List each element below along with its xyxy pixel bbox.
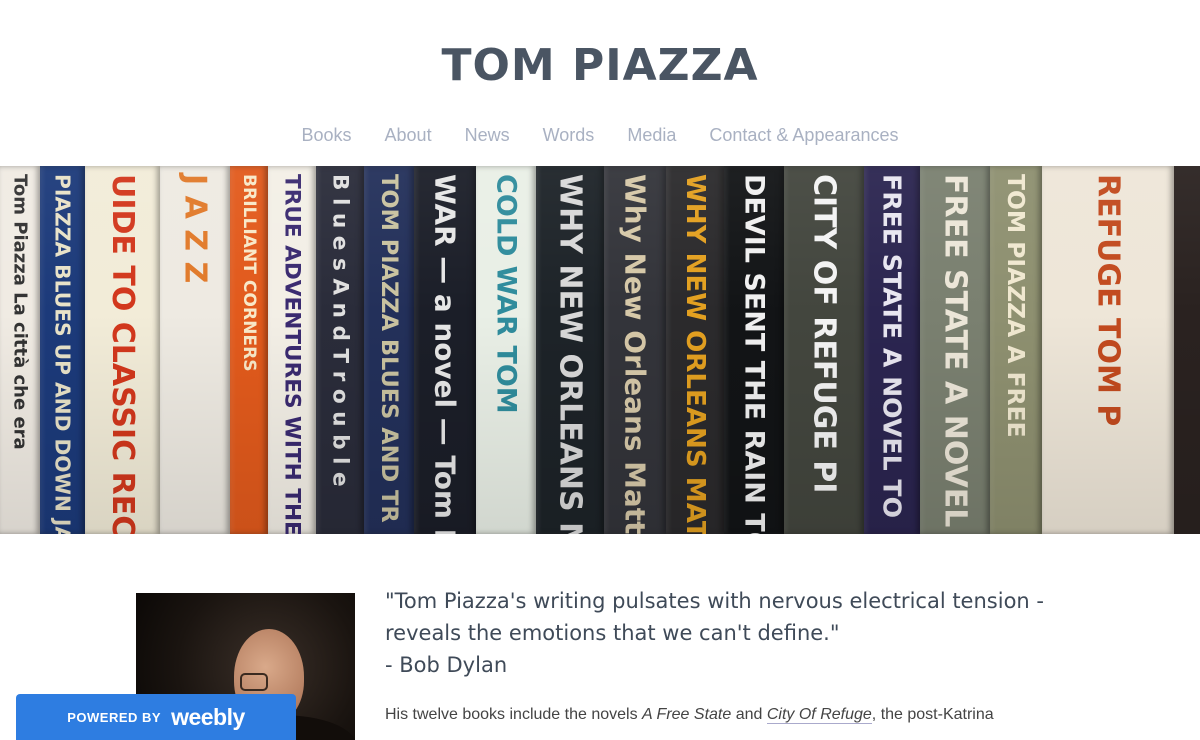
book-spine-title: FREE STATE A NOVEL TO — [877, 174, 907, 519]
book-spine: TRUE ADVENTURES WITH THE KING OF BLUE — [268, 166, 316, 534]
book-spine-title: PIAZZA BLUES UP AND DOWN JAZZ IN — [50, 174, 75, 534]
book-spine-title: UIDE TO CLASSIC RECOR — [105, 174, 140, 534]
book-spine: FREE STATE A NOVEL TO — [864, 166, 920, 534]
nav-books[interactable]: Books — [301, 125, 351, 145]
book-spine-title: TOM PIAZZA A FREE — [1002, 174, 1030, 438]
book-spine-title: CITY OF REFUGE PI — [806, 174, 842, 494]
book-spine-title: B l u e s A n d T r o u b l e — [327, 174, 353, 487]
book-spine-title: TOM PIAZZA BLUES AND TR — [376, 174, 402, 523]
book-spine: BRILLIANT CORNERS — [230, 166, 268, 534]
site-title[interactable]: TOM PIAZZA — [0, 40, 1200, 91]
nav-media[interactable]: Media — [627, 125, 676, 145]
book-spine-title: TRUE ADVENTURES WITH THE KING OF BLUE — [279, 174, 305, 534]
powered-by-label: POWERED BY — [67, 709, 162, 725]
book-spine: B l u e s A n d T r o u b l e — [316, 166, 364, 534]
quote-line-1: "Tom Piazza's writing pulsates with nerv… — [385, 589, 1044, 613]
book-spine: UIDE TO CLASSIC RECOR — [85, 166, 160, 534]
book-spine-title: Tom Piazza La città che era — [9, 174, 31, 450]
book-spine: WAR — a novel — Tom F — [414, 166, 476, 534]
book-spine-title: WHY NEW ORLEANS MATTERS TOM — [680, 174, 710, 534]
book-spine: DEVIL SENT THE RAIN TOM — [724, 166, 784, 534]
powered-by-weebly-badge[interactable]: POWERED BY weebly — [16, 694, 296, 740]
book-spine-title: REFUGE TOM P — [1090, 174, 1126, 427]
nav-contact-appearances[interactable]: Contact & Appearances — [709, 125, 898, 145]
book-spine-title: WAR — a novel — Tom F — [428, 174, 462, 534]
book-spine-title: WHY NEW ORLEANS MATTERS — [552, 174, 588, 534]
book-spine-title: FREE STATE A NOVEL TOM — [937, 174, 973, 534]
book-spine: Why New Orleans Matters TO — [604, 166, 666, 534]
bookshelf-banner-image: Tom Piazza La città che era PIAZZA BLUES … — [0, 166, 1200, 534]
book-spine-title: BRILLIANT CORNERS — [239, 174, 259, 372]
quote-attribution: - Bob Dylan — [385, 653, 508, 677]
nav-news[interactable]: News — [465, 125, 510, 145]
nav-about[interactable]: About — [385, 125, 432, 145]
dylan-quote: "Tom Piazza's writing pulsates with nerv… — [385, 585, 1085, 681]
book-spine: Tom Piazza La città che era — [0, 166, 40, 534]
book-spine: TOM PIAZZA BLUES AND TR — [364, 166, 414, 534]
bio-prefix: His twelve books include the novels — [385, 706, 643, 723]
main-nav: Books About News Words Media Contact & A… — [0, 125, 1200, 146]
book-spine: TOM PIAZZA A FREE — [990, 166, 1042, 534]
bio-suffix: , the post-Katrina — [871, 706, 994, 723]
bio-book-a-free-state: A Free State — [642, 706, 732, 723]
book-spine: J A Z Z — [160, 166, 230, 534]
book-spine: FREE STATE A NOVEL TOM — [920, 166, 990, 534]
book-spine: REFUGE TOM P — [1042, 166, 1174, 534]
author-glasses — [240, 673, 302, 714]
book-spine-title: J A Z Z — [177, 174, 213, 284]
bio-link-city-of-refuge[interactable]: City Of Refuge — [766, 706, 872, 724]
book-spine: WHY NEW ORLEANS MATTERS TOM — [666, 166, 724, 534]
bio-mid: and — [731, 706, 767, 723]
book-spine: PIAZZA BLUES UP AND DOWN JAZZ IN — [40, 166, 85, 534]
quote-line-2: reveals the emotions that we can't defin… — [385, 621, 840, 645]
bio-paragraph: His twelve books include the novels A Fr… — [385, 706, 1105, 724]
weebly-logo: weebly — [171, 703, 245, 730]
book-spine: WHY NEW ORLEANS MATTERS — [536, 166, 604, 534]
nav-words[interactable]: Words — [543, 125, 595, 145]
book-spine-title: Why New Orleans Matters TO — [618, 174, 652, 534]
book-spine: CITY OF REFUGE PI — [784, 166, 864, 534]
book-spine: COLD WAR TOM — [476, 166, 536, 534]
book-spine-title: DEVIL SENT THE RAIN TOM — [738, 174, 770, 534]
book-spine-title: COLD WAR TOM — [490, 174, 522, 414]
